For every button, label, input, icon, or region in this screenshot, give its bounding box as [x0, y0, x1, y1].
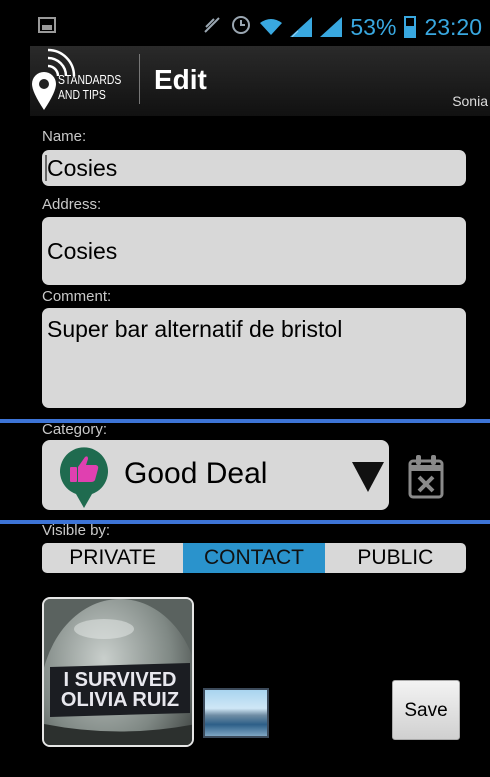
signal-icon: [320, 17, 343, 37]
comment-label: Comment:: [42, 288, 112, 305]
visibility-private[interactable]: PRIVATE: [42, 543, 183, 573]
app-logo[interactable]: STANDARDS AND TIPS: [30, 48, 134, 114]
gallery-thumbnail-icon[interactable]: [203, 688, 269, 738]
wifi-icon: [260, 19, 283, 35]
action-bar-divider: [139, 54, 140, 104]
name-label: Name:: [42, 128, 87, 145]
visibility-contact[interactable]: CONTACT: [183, 543, 325, 573]
battery-icon: [404, 16, 417, 38]
logo-line1: STANDARDS: [58, 72, 122, 87]
category-value: Good Deal: [124, 457, 268, 490]
visibility-public[interactable]: PUBLIC: [325, 543, 466, 573]
save-button[interactable]: Save: [392, 680, 460, 740]
status-bar: 53% 23:20: [30, 10, 490, 46]
visibility-selector[interactable]: PRIVATE CONTACT PUBLIC: [42, 543, 466, 573]
logo-line2: AND TIPS: [58, 87, 106, 102]
image-notification-icon: [38, 17, 56, 33]
muted-icon: [202, 15, 222, 40]
logo-text: STANDARDS AND TIPS: [58, 72, 121, 102]
user-name: Sonia: [452, 93, 488, 109]
status-icons: 53% 23:20: [202, 12, 482, 42]
action-bar: STANDARDS AND TIPS Edit Sonia: [30, 46, 490, 116]
category-dropdown[interactable]: Good Deal: [42, 440, 389, 510]
alarm-icon: [230, 13, 252, 41]
signal-icon: [290, 17, 313, 37]
clock-time: 23:20: [424, 13, 482, 40]
battery-percent: 53%: [350, 13, 397, 40]
helmet-photo: I SURVIVED OLIVIA RUIZ: [44, 599, 192, 745]
dropdown-arrow-icon: [352, 462, 384, 492]
photo-caption-line2: OLIVIA RUIZ: [61, 689, 179, 711]
visible-by-label: Visible by:: [42, 522, 111, 539]
category-label: Category:: [42, 421, 108, 438]
calendar-clear-icon[interactable]: [408, 453, 444, 499]
photo-caption-line1: I SURVIVED: [64, 669, 177, 691]
thumbs-up-pin-icon: [60, 447, 108, 508]
page-title: Edit: [154, 64, 207, 95]
place-photo[interactable]: I SURVIVED OLIVIA RUIZ: [42, 597, 194, 747]
name-field[interactable]: Cosies: [42, 150, 466, 186]
comment-field[interactable]: Super bar alternatif de bristol: [42, 308, 466, 408]
address-field[interactable]: Cosies: [42, 217, 466, 285]
address-label: Address:: [42, 196, 102, 213]
